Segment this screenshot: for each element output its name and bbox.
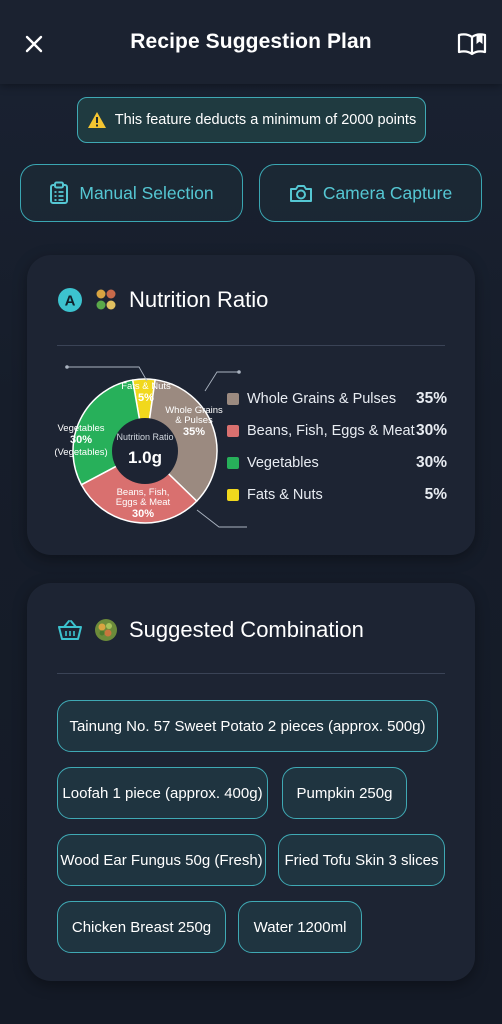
pie-slice-label: & Pulses — [175, 415, 213, 426]
pie-slice-sublabel: (Vegetables) — [54, 447, 107, 458]
suggested-item-chip[interactable]: Chicken Breast 250g — [57, 901, 226, 953]
legend-swatch — [227, 393, 239, 405]
close-button[interactable] — [20, 30, 48, 58]
warning-triangle-icon — [87, 112, 106, 128]
suggested-item-chip[interactable]: Water 1200ml — [238, 901, 362, 953]
suggested-item-chip[interactable]: Pumpkin 250g — [282, 767, 407, 819]
legend-swatch — [227, 489, 239, 501]
pie-slice-percent: 5% — [138, 392, 154, 404]
legend-percent: 35% — [415, 390, 447, 407]
svg-text:A: A — [65, 293, 76, 310]
legend-label: Beans, Fish, Eggs & Meat — [247, 423, 415, 439]
camera-capture-button[interactable]: Camera Capture — [259, 164, 482, 222]
pie-center-label: Nutrition Ratio — [116, 432, 173, 442]
suggested-divider — [57, 673, 445, 674]
legend-item: Whole Grains & Pulses 35% — [227, 383, 447, 415]
food-groups-icon — [96, 289, 116, 310]
close-icon — [25, 35, 43, 53]
legend-percent: 5% — [424, 486, 447, 503]
chip-label: Pumpkin 250g — [296, 784, 393, 802]
camera-capture-label: Camera Capture — [322, 182, 453, 203]
suggested-item-chip[interactable]: Loofah 1 piece (approx. 400g) — [57, 767, 268, 819]
camera-icon — [289, 185, 312, 202]
pie-leader-line — [196, 509, 247, 528]
pie-center-value: 1.0g — [128, 448, 162, 467]
basket-icon — [58, 620, 82, 640]
pie-leader-dot — [237, 370, 241, 374]
points-warning-banner: This feature deducts a minimum of 2000 p… — [77, 97, 426, 143]
legend-label: Vegetables — [247, 455, 319, 471]
chip-label: Wood Ear Fungus 50g (Fresh) — [60, 851, 263, 869]
pie-slice-label: Fats & Nuts — [121, 381, 171, 392]
nutrition-divider — [57, 345, 445, 346]
chip-label: Loofah 1 piece (approx. 400g) — [62, 784, 263, 802]
suggested-combination-card: Suggested Combination Tainung No. 57 Swe… — [27, 583, 475, 981]
legend-item: Beans, Fish, Eggs & Meat 30% — [227, 415, 447, 447]
header-bar: Recipe Suggestion Plan — [0, 0, 502, 84]
legend-label: Fats & Nuts — [247, 487, 323, 503]
legend-swatch — [227, 457, 239, 469]
pie-slice-percent: 30% — [70, 434, 92, 446]
pie-leader-line — [67, 366, 148, 382]
legend-percent: 30% — [415, 422, 447, 439]
warning-text: This feature deducts a minimum of 2000 p… — [114, 112, 417, 128]
chip-label: Water 1200ml — [253, 918, 347, 936]
suggested-item-chip[interactable]: Fried Tofu Skin 3 slices — [278, 834, 445, 886]
pie-slice-percent: 35% — [183, 426, 205, 438]
nutrition-legend: Whole Grains & Pulses 35% Beans, Fish, Egg… — [227, 383, 447, 511]
manual-selection-button[interactable]: Manual Selection — [20, 164, 243, 222]
legend-item: Vegetables 30% — [227, 447, 447, 479]
pie-slice-label: Eggs & Meat — [116, 497, 171, 508]
chip-label: Tainung No. 57 Sweet Potato 2 pieces (ap… — [69, 717, 426, 735]
suggested-item-chip[interactable]: Wood Ear Fungus 50g (Fresh) — [57, 834, 266, 886]
chip-label: Fried Tofu Skin 3 slices — [284, 851, 439, 869]
suggested-item-chip[interactable]: Tainung No. 57 Sweet Potato 2 pieces (ap… — [57, 700, 438, 752]
book-open-icon — [457, 33, 487, 56]
suggested-card-title: Suggested Combination — [57, 617, 364, 643]
nutrition-title-text: Nutrition Ratio — [129, 287, 269, 312]
nutrition-ratio-card: A Nutrition Ratio Nutrition Ratio 1.0g F… — [27, 255, 475, 555]
legend-swatch — [227, 425, 239, 437]
pie-slice-percent: 30% — [132, 508, 154, 520]
legend-item: Fats & Nuts 5% — [227, 479, 447, 511]
guide-button[interactable] — [456, 30, 488, 58]
page-title: Recipe Suggestion Plan — [130, 30, 372, 53]
grade-a-badge-icon: A — [58, 288, 82, 312]
nutrition-pie-chart: Nutrition Ratio 1.0g Fats & Nuts5%Whole … — [54, 365, 247, 528]
nutrition-card-title: A Nutrition Ratio — [57, 287, 268, 313]
pie-leader-dot — [65, 365, 69, 369]
legend-percent: 30% — [415, 454, 447, 471]
vegetable-bowl-icon — [95, 619, 117, 641]
legend-label: Whole Grains & Pulses — [247, 391, 397, 407]
manual-selection-label: Manual Selection — [79, 182, 214, 203]
chip-label: Chicken Breast 250g — [71, 918, 212, 936]
clipboard-icon — [50, 181, 69, 204]
suggested-title-text: Suggested Combination — [129, 617, 364, 642]
pie-slice-label: Vegetables — [57, 423, 104, 434]
